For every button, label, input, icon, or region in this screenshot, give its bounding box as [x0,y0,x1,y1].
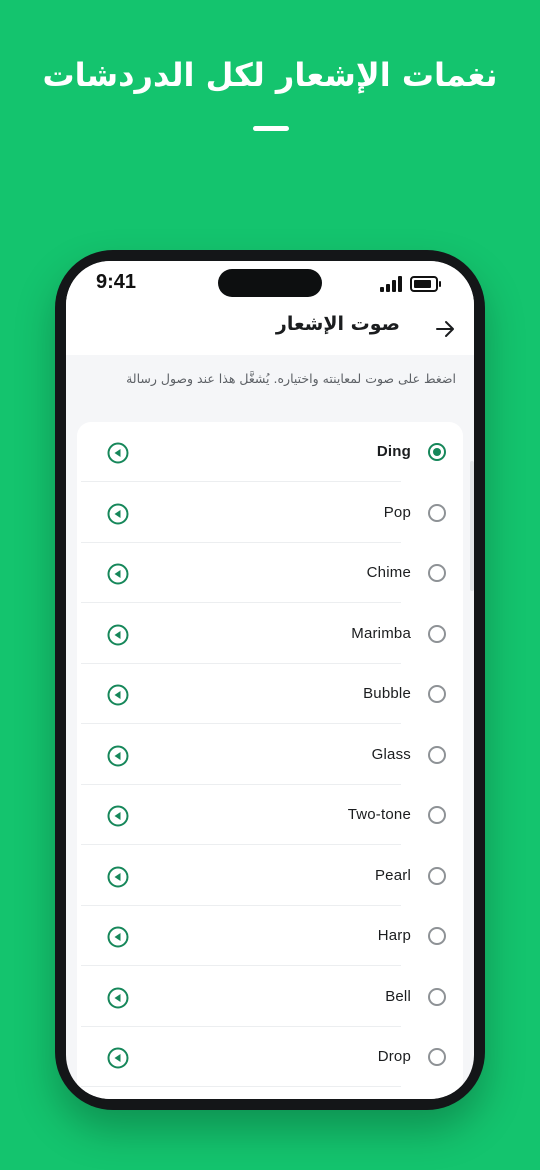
radio-button[interactable] [428,624,446,643]
battery-icon [410,276,441,292]
radio-button[interactable] [428,927,446,945]
radio-button[interactable] [428,1048,446,1066]
sound-item[interactable]: Glass [77,725,463,785]
status-bar: 9:41 [66,261,474,309]
sound-item[interactable]: Marimba [77,604,463,664]
sound-item[interactable]: Two-tone [77,785,463,845]
sound-label: Bell [385,987,411,1005]
sound-label: Chime [366,564,411,581]
sound-item[interactable]: Ding [77,422,463,482]
dynamic-island [218,269,322,297]
radio-button[interactable] [428,866,446,885]
play-preview-icon[interactable] [107,987,129,1009]
back-button[interactable] [430,313,460,343]
play-preview-icon[interactable] [107,926,129,948]
sound-item[interactable]: Pop [77,483,463,543]
promo-divider [253,126,289,131]
sound-label: Marimba [351,624,411,642]
sound-label: Two-tone [347,806,411,823]
sound-item[interactable]: Harp [77,906,463,966]
radio-button[interactable] [428,745,446,764]
sound-item[interactable]: Pearl [77,846,463,906]
play-preview-icon[interactable] [107,684,129,706]
sound-list: Ding Pop Chime Marimba Bubble Glass Two-tone Pe… [77,422,463,1099]
promo-headline: نغمات الإشعار لكل الدردشات [42,56,498,94]
sound-label: Drop [377,1048,411,1065]
phone-frame: 9:41 صوت الإشعار اضغط على صوت لمعاينته و… [55,250,485,1110]
sound-label: Pearl [374,866,411,884]
sound-label: Bubble [363,685,411,702]
radio-button[interactable] [428,503,446,522]
hint-text: اضغط على صوت لمعاينته واختياره. يُشغَّل … [126,371,456,386]
phone-screen: 9:41 صوت الإشعار اضغط على صوت لمعاينته و… [66,261,474,1099]
sound-label: Harp [377,927,411,944]
page-title: صوت الإشعار [275,313,400,335]
play-preview-icon[interactable] [107,1047,129,1069]
status-time: 9:41 [96,271,137,293]
sound-label: Pop [383,503,411,521]
radio-button[interactable] [428,685,446,703]
radio-button[interactable] [428,564,446,582]
play-preview-icon[interactable] [107,805,129,827]
play-preview-icon[interactable] [107,866,129,888]
sound-item[interactable]: Chime [77,543,463,603]
play-preview-icon[interactable] [107,563,129,585]
radio-button[interactable] [428,443,446,461]
radio-button[interactable] [428,987,446,1006]
play-preview-icon[interactable] [107,442,129,464]
signal-icon [380,276,402,292]
sound-label: Glass [371,745,411,763]
play-preview-icon[interactable] [107,624,129,646]
row-divider [81,1086,401,1087]
sound-label: Ding [376,443,411,460]
sound-item[interactable]: Drop [77,1027,463,1087]
play-preview-icon[interactable] [107,503,129,525]
radio-button[interactable] [428,806,446,824]
sound-item[interactable]: Bubble [77,664,463,724]
app-bar: صوت الإشعار [66,309,474,355]
sound-item[interactable]: Bell [77,967,463,1027]
play-preview-icon[interactable] [107,745,129,767]
scrollbar[interactable] [470,461,474,591]
arrow-right-icon [436,321,454,337]
